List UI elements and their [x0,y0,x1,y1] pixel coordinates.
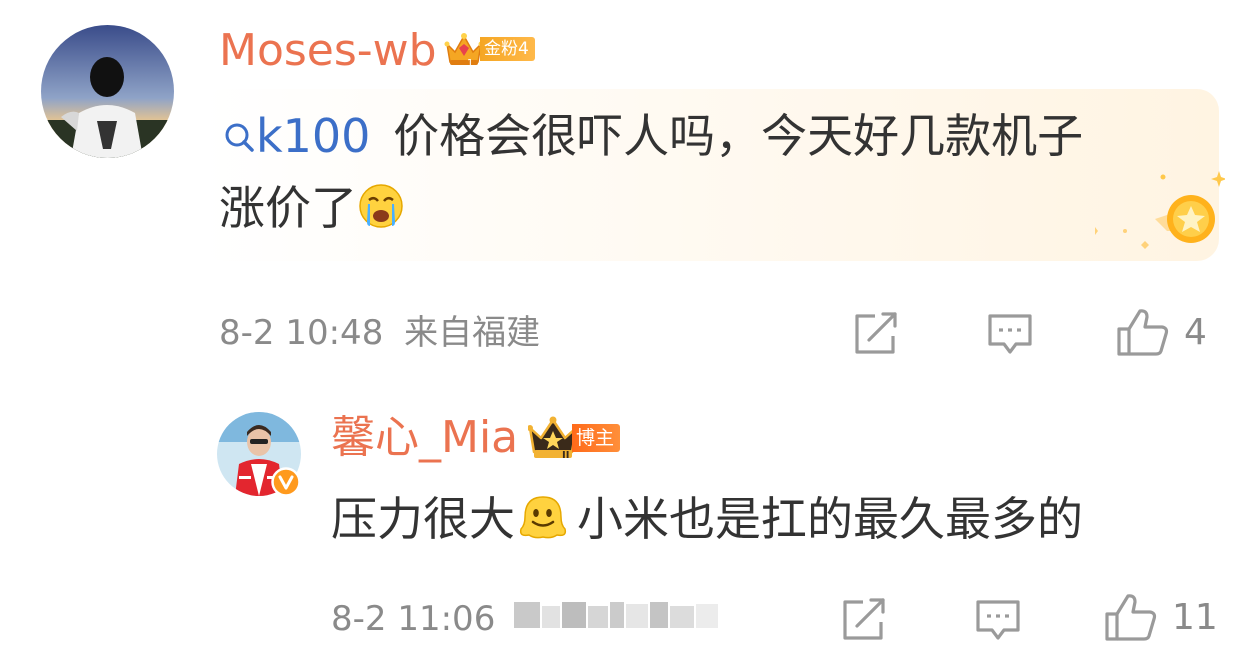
share-button[interactable] [853,310,901,356]
like-button[interactable]: 11 [1104,592,1218,642]
reply-meta: 8-2 11:06 [331,597,724,643]
like-icon [1105,594,1157,641]
melting-emoji-icon [519,496,567,539]
reply-text-part2: 小米也是扛的最久最多的 [577,492,1083,546]
comment-line2: 涨价了 [219,181,357,235]
comment-location: 来自福建 [404,313,541,353]
share-icon [843,598,885,640]
reply-text: 压力很大 小米也是扛的最久最多的 [331,486,1083,552]
comment-text: k100 价格会很吓人吗，今天好几款机子 [222,103,1083,169]
avatar[interactable] [41,25,174,158]
search-icon [225,123,254,152]
username[interactable]: 馨心_Mia [331,411,518,465]
comment-button[interactable] [986,312,1034,356]
like-button[interactable]: 4 [1116,307,1207,357]
crying-emoji-icon [359,184,403,228]
badge-label: 博主 [572,424,621,452]
like-count: 4 [1184,311,1207,353]
topic-text: k100 [256,109,371,163]
comment-button[interactable] [974,598,1022,642]
topic-link[interactable]: k100 [222,109,385,163]
comment-icon [976,600,1020,640]
username[interactable]: Moses-wb [219,24,437,78]
reply-date: 8-2 11:06 [331,599,496,639]
blurred-location [514,598,724,643]
share-button[interactable] [841,596,889,642]
reply-text-part1: 压力很大 [331,492,515,546]
svg-text:II: II [562,450,569,460]
comment-date: 8-2 10:48 [219,313,384,353]
comment-icon [988,314,1032,354]
blogger-badge[interactable]: II 博主 [527,416,621,461]
crown-icon: 1 [444,30,484,69]
share-icon [855,312,897,354]
avatar-image [41,25,174,158]
comment-meta: 8-2 10:48 来自福建 [219,311,540,355]
fan-star-medal-icon [1095,171,1225,249]
like-icon [1117,309,1169,356]
verified-v-icon [271,467,301,497]
comment-line1: 价格会很吓人吗，今天好几款机子 [393,109,1084,163]
like-count: 11 [1172,596,1218,638]
badge-label: 金粉4 [480,37,535,61]
blogger-crown-icon: II [527,416,579,461]
fan-badge[interactable]: 1 金粉4 [444,30,535,69]
comment-text-line2: 涨价了 [219,175,405,241]
svg-text:1: 1 [467,58,473,68]
